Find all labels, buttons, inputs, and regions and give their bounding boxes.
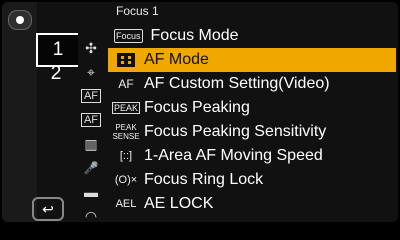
tab-2[interactable]: 2: [36, 59, 76, 89]
subtab-icons: ✣ ⌖ AF AF ▥ 🎤 ▬ ◠: [78, 36, 104, 224]
camera-menu-screen: 1 2 ✣ ⌖ AF AF ▥ 🎤 ▬ ◠ ↩ Focus 1 Focus Fo…: [0, 0, 400, 224]
menu-title: Focus 1: [116, 4, 159, 18]
focus-mode-icon-text: Focus: [116, 31, 141, 41]
af-subject-icon-glyph: ⌖: [87, 63, 95, 80]
menu-item-focus-ring-lock[interactable]: (O)× Focus Ring Lock: [108, 168, 396, 192]
back-button[interactable]: ↩: [32, 197, 64, 221]
filmstrip-icon[interactable]: ▥: [78, 132, 104, 156]
one-area-icon-text: [::]: [119, 150, 133, 162]
af-subject-icon[interactable]: ⌖: [78, 60, 104, 84]
tab-strip: [2, 2, 37, 222]
menu-item-focus-peaking[interactable]: PEAK Focus Peaking: [108, 96, 396, 120]
menu-item-ae-lock[interactable]: AEL AE LOCK: [108, 192, 396, 216]
menu-item-label: Focus Mode: [150, 27, 239, 44]
menu-item-focus-mode[interactable]: Focus Focus Mode: [108, 24, 396, 48]
camera-mode-icon-glyph: ▬: [84, 184, 98, 200]
ae-lock-icon-text: AEL: [115, 198, 137, 210]
menu-list: Focus 1 Focus Focus Mode AF Mode AF AF C…: [108, 0, 398, 224]
menu-item-label: AF Mode: [144, 51, 209, 68]
filmstrip-icon-glyph: ▥: [84, 135, 98, 152]
lens-icon-glyph: ◠: [84, 207, 98, 224]
af-mode-icon-glyph: AF: [80, 89, 102, 103]
af-mode-icon[interactable]: AF: [78, 84, 104, 108]
return-icon: ↩: [42, 200, 54, 217]
menu-item-label: AE LOCK: [144, 195, 214, 212]
focus-peaking-icon: PEAK: [108, 102, 144, 114]
microphone-icon-glyph: 🎤: [83, 161, 99, 175]
menu-item-af-custom-setting[interactable]: AF AF Custom Setting(Video): [108, 72, 396, 96]
af-area-icon-glyph: ✣: [85, 39, 97, 56]
one-area-icon: [::]: [108, 150, 144, 162]
menu-item-label: 1-Area AF Moving Speed: [144, 147, 323, 164]
focus-mode-icon: Focus: [114, 29, 143, 43]
menu-item-label: Focus Peaking: [144, 99, 250, 116]
af-area-icon[interactable]: ✣: [78, 36, 104, 60]
af-custom-icon[interactable]: AF: [78, 108, 104, 132]
menu-item-label: Focus Ring Lock: [144, 171, 264, 188]
af-custom-icon-glyph: AF: [80, 113, 102, 127]
custom-menu-icon: [8, 10, 32, 30]
camera-mode-icon[interactable]: ▬: [78, 180, 104, 204]
af-mode-icon: [108, 52, 144, 68]
menu-item-focus-peaking-sensitivity[interactable]: PEAK SENSE Focus Peaking Sensitivity: [108, 120, 396, 144]
focus-ring-lock-icon: (O)×: [108, 174, 144, 186]
menu-item-label: Focus Peaking Sensitivity: [144, 123, 327, 140]
menu-item-label: AF Custom Setting(Video): [144, 75, 330, 92]
af-custom-setting-icon: AF: [108, 77, 144, 91]
focus-ring-lock-icon-text: (O)×: [114, 174, 138, 186]
peak-sensitivity-icon: PEAK SENSE: [108, 123, 144, 141]
microphone-icon[interactable]: 🎤: [78, 156, 104, 180]
af-custom-setting-icon-text: AF: [118, 77, 134, 91]
menu-item-af-mode[interactable]: AF Mode: [108, 48, 396, 72]
lens-icon[interactable]: ◠: [78, 204, 104, 224]
custom-menu-tab[interactable]: [4, 8, 36, 32]
tab-2-label: 2: [50, 63, 62, 84]
peak-sensitivity-icon-text: PEAK SENSE: [112, 123, 140, 141]
ae-lock-icon: AEL: [108, 198, 144, 210]
menu-item-1-area-af-moving-speed[interactable]: [::] 1-Area AF Moving Speed: [108, 144, 396, 168]
focus-peaking-icon-text: PEAK: [111, 102, 140, 114]
tab-1-label: 1: [52, 39, 64, 60]
